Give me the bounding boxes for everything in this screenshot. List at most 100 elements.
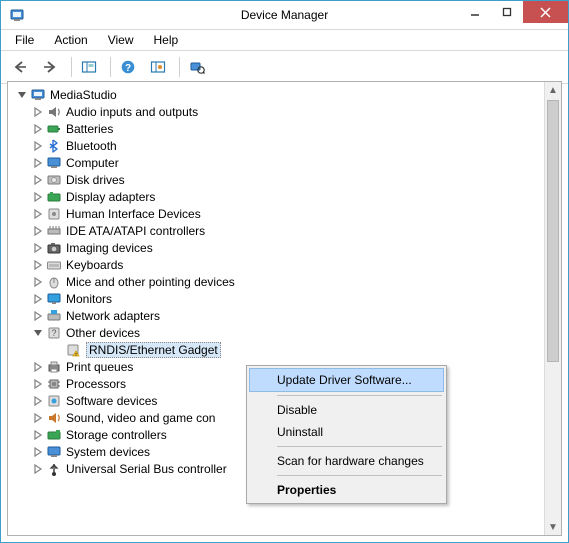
expand-icon[interactable] <box>32 378 44 390</box>
menu-file[interactable]: File <box>5 30 44 50</box>
tree-category-other-devices[interactable]: ? Other devices <box>10 324 561 341</box>
menu-help[interactable]: Help <box>144 30 189 50</box>
context-scan[interactable]: Scan for hardware changes <box>249 450 444 472</box>
keyboard-icon <box>46 257 62 273</box>
app-icon <box>9 7 25 23</box>
collapse-icon[interactable] <box>32 327 44 339</box>
vertical-scrollbar[interactable]: ▲ ▼ <box>544 82 561 535</box>
battery-icon <box>46 121 62 137</box>
expand-icon[interactable] <box>32 191 44 203</box>
expand-icon[interactable] <box>32 412 44 424</box>
tree-label: Human Interface Devices <box>66 207 201 221</box>
tree-category-mice[interactable]: Mice and other pointing devices <box>10 273 561 290</box>
scan-hardware-button[interactable] <box>184 54 210 80</box>
tree-category-keyboards[interactable]: Keyboards <box>10 256 561 273</box>
tree-label: Display adapters <box>66 190 155 204</box>
storage-icon <box>46 427 62 443</box>
show-hidden-button[interactable] <box>76 54 102 80</box>
title-bar: Device Manager <box>1 1 568 30</box>
menu-action[interactable]: Action <box>44 30 97 50</box>
tree-label: Bluetooth <box>66 139 117 153</box>
network-icon <box>46 308 62 324</box>
menu-view[interactable]: View <box>98 30 144 50</box>
forward-button[interactable] <box>37 54 63 80</box>
expand-icon[interactable] <box>32 106 44 118</box>
tree-category-audio[interactable]: Audio inputs and outputs <box>10 103 561 120</box>
expand-icon[interactable] <box>32 259 44 271</box>
tree-label: Software devices <box>66 394 157 408</box>
tree-label: Other devices <box>66 326 140 340</box>
expand-icon[interactable] <box>32 446 44 458</box>
tree-label: IDE ATA/ATAPI controllers <box>66 224 205 238</box>
expand-icon[interactable] <box>32 225 44 237</box>
other-devices-icon: ? <box>46 325 62 341</box>
expand-icon[interactable] <box>32 140 44 152</box>
expand-icon[interactable] <box>32 310 44 322</box>
system-icon <box>46 444 62 460</box>
tree-category-hid[interactable]: Human Interface Devices <box>10 205 561 222</box>
context-separator <box>277 475 442 476</box>
device-manager-window: Device Manager File Action View Help <box>0 0 569 543</box>
tree-category-monitors[interactable]: Monitors <box>10 290 561 307</box>
window-controls <box>459 1 568 23</box>
help-button[interactable]: ? <box>115 54 141 80</box>
svg-text:?: ? <box>125 63 131 74</box>
collapse-icon[interactable] <box>16 89 28 101</box>
tree-label: Print queues <box>66 360 133 374</box>
expand-icon[interactable] <box>32 242 44 254</box>
context-separator <box>277 395 442 396</box>
toolbar: ? <box>1 51 568 84</box>
tree-label: Batteries <box>66 122 113 136</box>
close-button[interactable] <box>523 1 568 23</box>
svg-text:?: ? <box>51 328 56 338</box>
printer-icon <box>46 359 62 375</box>
tree-category-network[interactable]: Network adapters <box>10 307 561 324</box>
tree-label: Disk drives <box>66 173 125 187</box>
tree-label: Network adapters <box>66 309 160 323</box>
context-uninstall[interactable]: Uninstall <box>249 421 444 443</box>
tree-label: Storage controllers <box>66 428 167 442</box>
tree-label: Monitors <box>66 292 112 306</box>
tree-category-batteries[interactable]: Batteries <box>10 120 561 137</box>
tree-category-computer[interactable]: Computer <box>10 154 561 171</box>
mouse-icon <box>46 274 62 290</box>
tree-category-display[interactable]: Display adapters <box>10 188 561 205</box>
monitor-icon <box>46 291 62 307</box>
display-icon <box>46 189 62 205</box>
back-button[interactable] <box>7 54 33 80</box>
maximize-button[interactable] <box>491 1 523 23</box>
context-disable[interactable]: Disable <box>249 399 444 421</box>
expand-icon[interactable] <box>32 395 44 407</box>
tree-label: Audio inputs and outputs <box>66 105 198 119</box>
tree-item-rndis-gadget[interactable]: RNDIS/Ethernet Gadget <box>10 341 561 358</box>
context-update-driver[interactable]: Update Driver Software... <box>249 368 444 392</box>
tree-category-bluetooth[interactable]: Bluetooth <box>10 137 561 154</box>
tree-root[interactable]: MediaStudio <box>10 86 561 103</box>
properties-button[interactable] <box>145 54 171 80</box>
expand-icon[interactable] <box>32 208 44 220</box>
toolbar-separator <box>110 57 111 77</box>
expand-icon[interactable] <box>32 157 44 169</box>
tree-label: MediaStudio <box>50 88 117 102</box>
expand-icon[interactable] <box>32 123 44 135</box>
tree-category-ide[interactable]: IDE ATA/ATAPI controllers <box>10 222 561 239</box>
tree-label: Universal Serial Bus controller <box>66 462 227 476</box>
scroll-thumb[interactable] <box>547 100 559 362</box>
computer-icon <box>30 87 46 103</box>
expand-icon[interactable] <box>32 293 44 305</box>
scroll-down-icon[interactable]: ▼ <box>545 519 561 535</box>
context-separator <box>277 446 442 447</box>
tree-label: Sound, video and game con <box>66 411 215 425</box>
tree-category-imaging[interactable]: Imaging devices <box>10 239 561 256</box>
context-properties[interactable]: Properties <box>249 479 444 501</box>
expand-icon[interactable] <box>32 174 44 186</box>
expand-icon[interactable] <box>32 276 44 288</box>
expand-icon[interactable] <box>32 361 44 373</box>
expand-icon[interactable] <box>32 429 44 441</box>
cpu-icon <box>46 376 62 392</box>
minimize-button[interactable] <box>459 1 491 23</box>
hid-icon <box>46 206 62 222</box>
scroll-up-icon[interactable]: ▲ <box>545 82 561 98</box>
tree-category-disk[interactable]: Disk drives <box>10 171 561 188</box>
expand-icon[interactable] <box>32 463 44 475</box>
